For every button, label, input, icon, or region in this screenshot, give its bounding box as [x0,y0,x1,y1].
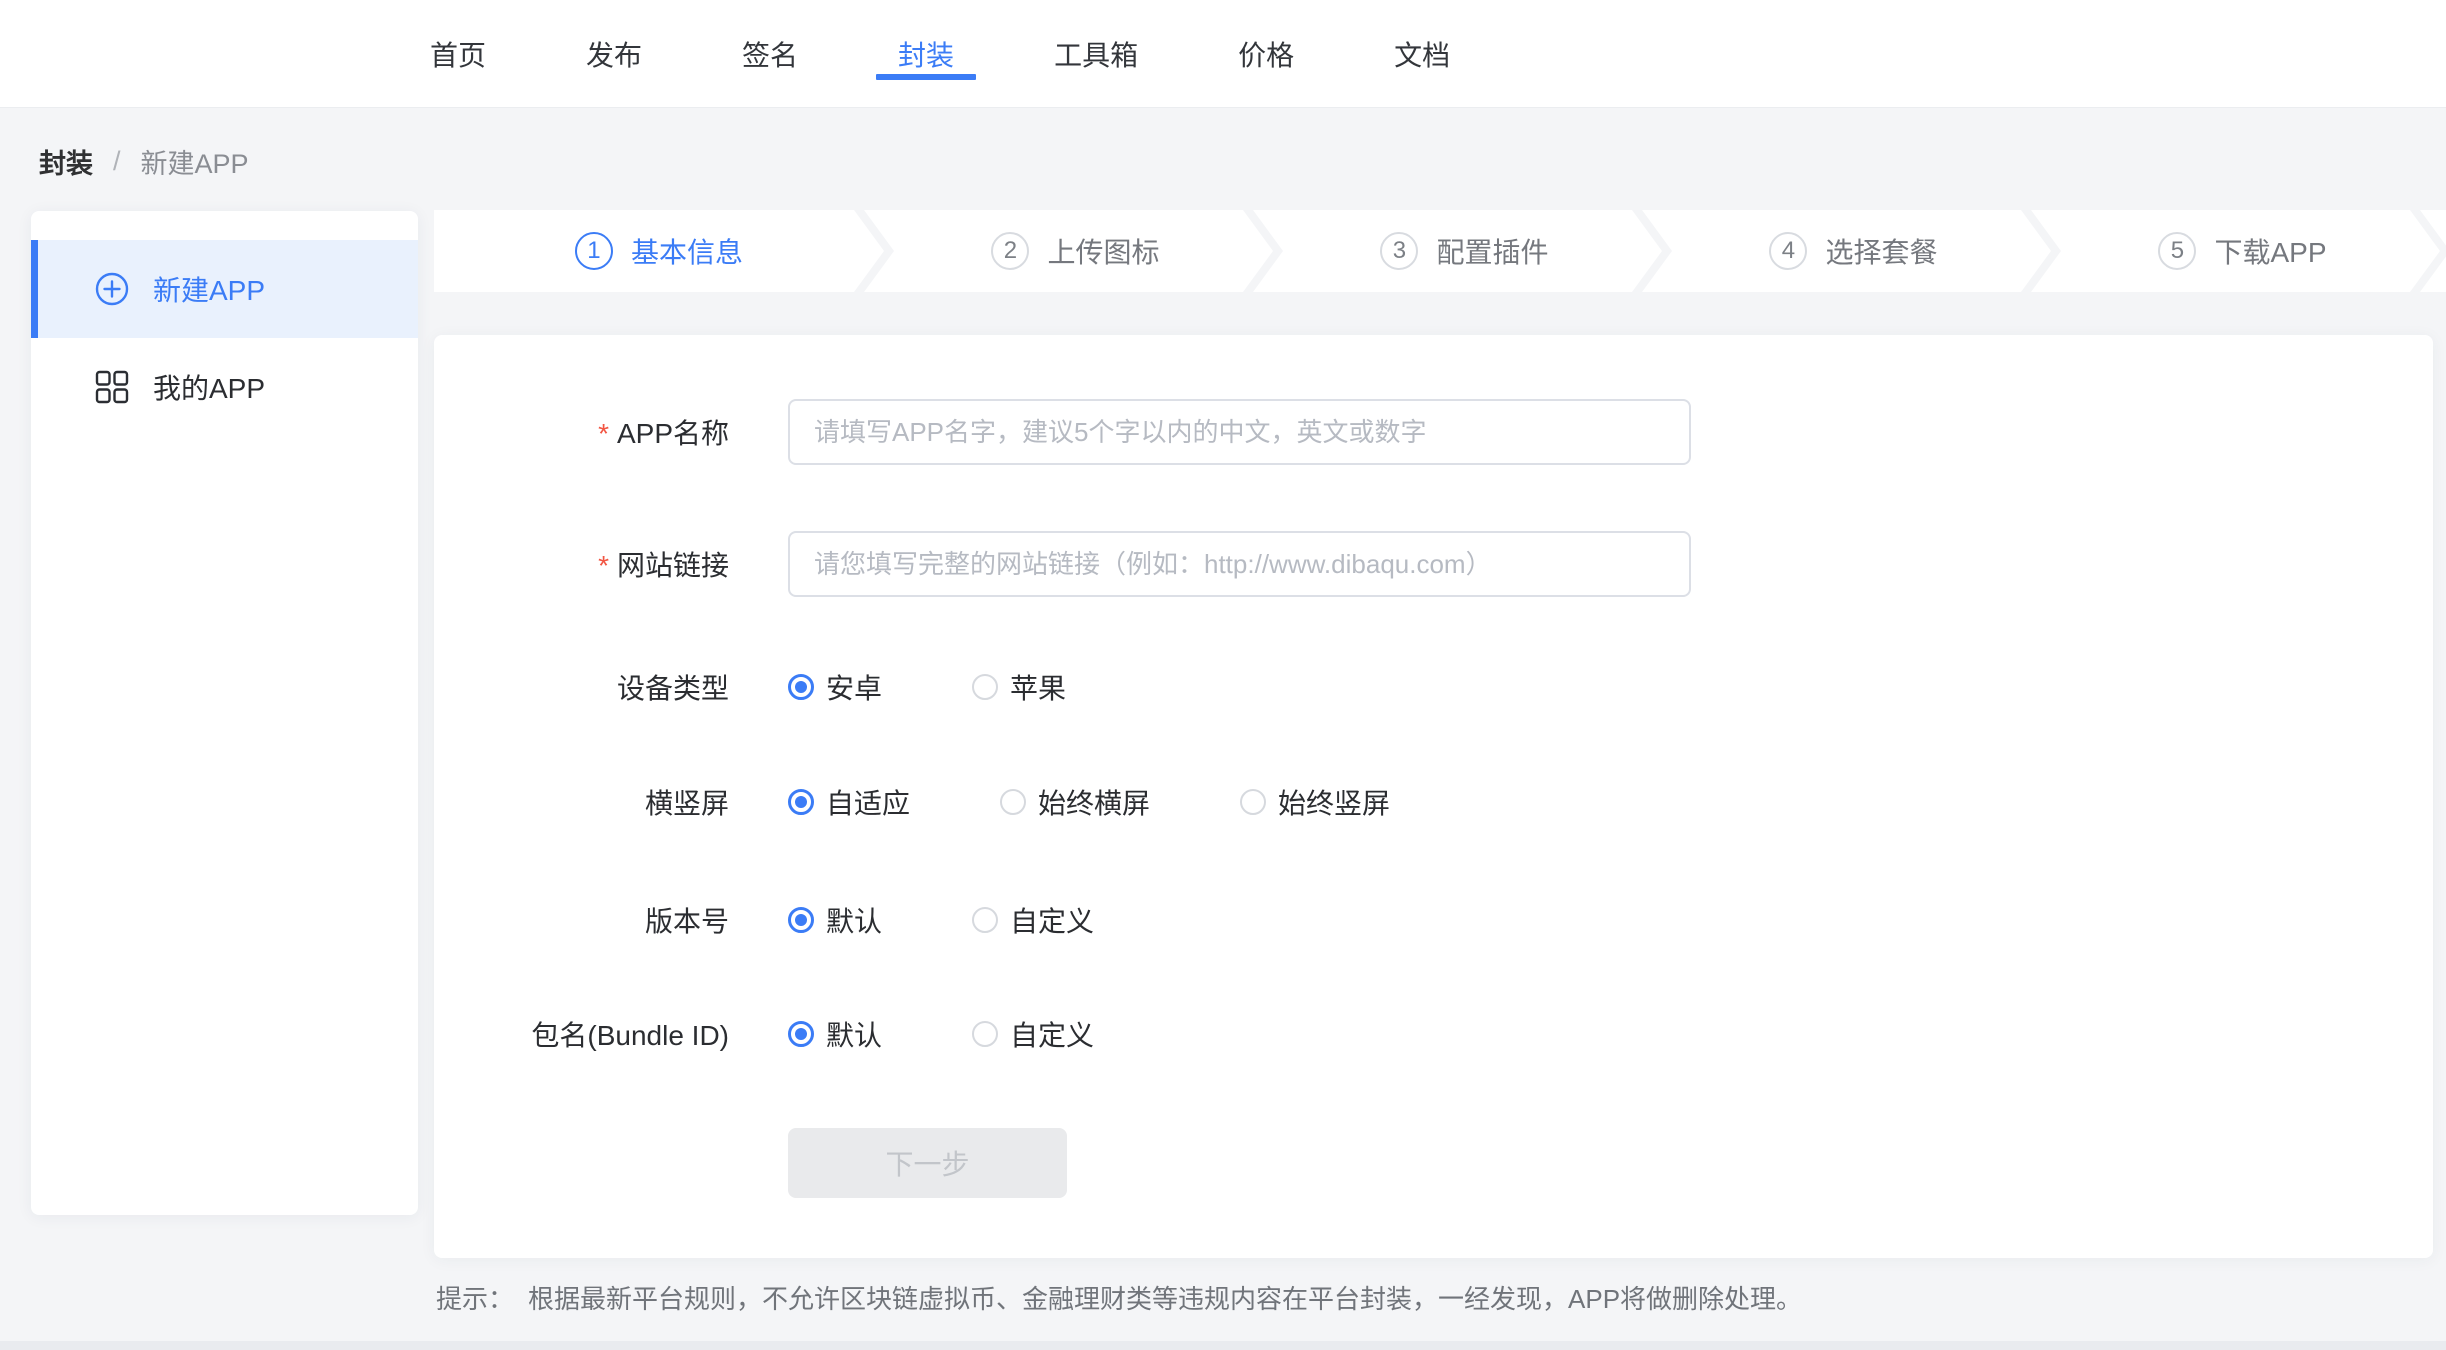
nav-item-docs[interactable]: 文档 [1394,0,1450,107]
radio-bundle-default[interactable]: 默认 [788,1014,882,1054]
form-row-bundle-id: 包名(Bundle ID) 默认 自定义 [434,1002,2433,1066]
nav-item-price[interactable]: 价格 [1238,0,1294,107]
required-asterisk: * [598,550,609,581]
bundle-id-label: 包名(Bundle ID) [531,1014,729,1054]
step-number: 1 [575,232,613,270]
radio-android[interactable]: 安卓 [788,667,882,707]
orientation-radio-group: 自适应 始终横屏 始终竖屏 [788,782,1480,822]
stepper-step-choose-plan[interactable]: 4 选择套餐 [1642,210,2051,292]
wizard-stepper: 1 基本信息 2 上传图标 3 配置插件 4 选择套餐 5 下载APP [434,210,2446,292]
radio-icon [788,907,814,933]
radio-icon [788,674,814,700]
step-number: 3 [1380,232,1418,270]
radio-auto-rotate[interactable]: 自适应 [788,782,910,822]
form-row-orientation: 横竖屏 自适应 始终横屏 始终竖屏 [434,770,2433,834]
nav-item-package[interactable]: 封装 [898,0,954,107]
required-asterisk: * [598,418,609,449]
sidebar-item-new-app[interactable]: 新建APP [31,240,418,338]
version-radio-group: 默认 自定义 [788,900,1184,940]
footer-strip [0,1341,2446,1350]
device-type-radio-group: 安卓 苹果 [788,667,1156,707]
step-number: 5 [2158,232,2196,270]
nav-item-home[interactable]: 首页 [430,0,486,107]
radio-always-portrait[interactable]: 始终竖屏 [1240,782,1390,822]
device-type-label: 设备类型 [617,667,729,707]
site-url-label: *网站链接 [598,544,729,584]
radio-bundle-custom[interactable]: 自定义 [972,1014,1094,1054]
app-name-label: *APP名称 [598,412,729,452]
hint-prefix: 提示： [436,1279,514,1316]
form-row-app-name: *APP名称 [434,399,2433,465]
basic-info-form: *APP名称 *网站链接 设备类型 安卓 苹果 横竖屏 自适应 [434,335,2433,1258]
radio-version-default[interactable]: 默认 [788,900,882,940]
radio-icon [1000,789,1026,815]
radio-icon [972,1021,998,1047]
form-row-device-type: 设备类型 安卓 苹果 [434,655,2433,719]
radio-always-landscape[interactable]: 始终横屏 [1000,782,1150,822]
sidebar-item-label: 新建APP [153,269,265,309]
nav-item-publish[interactable]: 发布 [586,0,642,107]
form-row-site-url: *网站链接 [434,531,2433,597]
nav-item-sign[interactable]: 签名 [742,0,798,107]
stepper-step-upload-icon[interactable]: 2 上传图标 [864,210,1273,292]
next-step-button[interactable]: 下一步 [788,1128,1067,1198]
orientation-label: 横竖屏 [645,782,729,822]
breadcrumb-current: 新建APP [141,142,249,181]
nav-item-toolbox[interactable]: 工具箱 [1054,0,1138,107]
radio-icon [972,907,998,933]
sidebar-item-my-apps[interactable]: 我的APP [31,338,418,436]
step-number: 2 [991,232,1029,270]
breadcrumb-separator: / [113,146,121,177]
stepper-step-download-app[interactable]: 5 下载APP [2031,210,2440,292]
sidebar: 新建APP 我的APP [31,211,418,1215]
form-row-version: 版本号 默认 自定义 [434,888,2433,952]
app-name-input[interactable] [788,399,1691,465]
site-url-input[interactable] [788,531,1691,597]
radio-icon [788,1021,814,1047]
radio-icon [972,674,998,700]
stepper-step-configure-plugins[interactable]: 3 配置插件 [1253,210,1662,292]
compliance-hint: 提示： 根据最新平台规则，不允许区块链虚拟币、金融理财类等违规内容在平台封装，一… [436,1279,1802,1316]
breadcrumb-section[interactable]: 封装 [39,142,93,181]
bundle-id-radio-group: 默认 自定义 [788,1014,1184,1054]
version-label: 版本号 [645,900,729,940]
top-navigation: 首页 发布 签名 封装 工具箱 价格 文档 [0,0,2446,108]
radio-ios[interactable]: 苹果 [972,667,1066,707]
radio-icon [788,789,814,815]
radio-icon [1240,789,1266,815]
stepper-step-basic-info[interactable]: 1 基本信息 [434,210,884,292]
radio-version-custom[interactable]: 自定义 [972,900,1094,940]
sidebar-item-label: 我的APP [153,367,265,407]
grid-icon [95,370,129,404]
plus-circle-icon [95,272,129,306]
hint-text: 根据最新平台规则，不允许区块链虚拟币、金融理财类等违规内容在平台封装，一经发现，… [528,1279,1802,1316]
step-number: 4 [1769,232,1807,270]
breadcrumb: 封装 / 新建APP [39,142,249,181]
